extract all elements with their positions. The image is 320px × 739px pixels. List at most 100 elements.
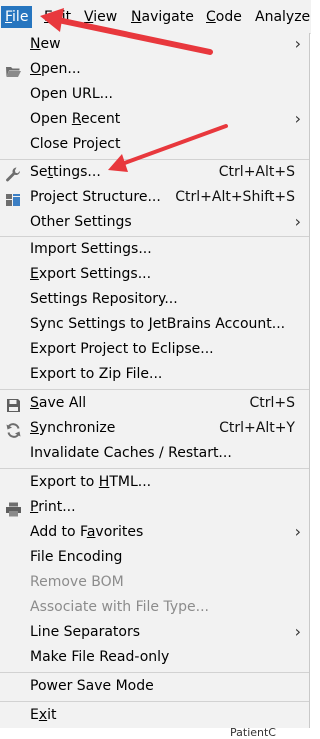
lbl-pre: Import Settings...	[30, 241, 152, 257]
menu-item-export-settings[interactable]: Export Settings...	[0, 263, 309, 288]
menu-item-associate-file-type-label: Associate with File Type...	[30, 599, 209, 615]
submenu-arrow-icon: ›	[294, 212, 301, 231]
editor-background-fragment: PatientC	[0, 726, 311, 739]
menu-item-export-html[interactable]: Export to HTML...	[0, 471, 309, 496]
menu-item-remove-bom: Remove BOM	[0, 571, 309, 596]
lbl-mn: x	[38, 707, 48, 723]
submenu-arrow-icon: ›	[294, 34, 301, 53]
menu-item-close-project[interactable]: Close Project	[0, 133, 309, 158]
menubar-code-mnemonic: C	[206, 9, 216, 25]
menubar-edit[interactable]: Edit	[44, 7, 71, 27]
menubar-file-post: ile	[12, 9, 29, 25]
lbl-post: ynchronize	[38, 420, 116, 436]
lbl-pre: Sync Settings to JetBrains Account...	[30, 316, 286, 332]
menu-item-close-project-label: Close Project	[30, 136, 121, 152]
menubar-navigate[interactable]: Navigate	[131, 7, 194, 27]
menubar-edit-post: dit	[52, 9, 72, 25]
menu-separator	[0, 672, 309, 673]
menu-item-synchronize[interactable]: Synchronize Ctrl+Alt+Y	[0, 417, 309, 442]
menu-item-file-encoding-label: File Encoding	[30, 549, 122, 565]
submenu-arrow-icon: ›	[294, 522, 301, 541]
menu-item-sync-settings[interactable]: Sync Settings to JetBrains Account...	[0, 313, 309, 338]
menu-item-open[interactable]: Open...	[0, 58, 309, 83]
menubar: File Edit View Navigate Code Analyze	[0, 0, 311, 34]
menu-item-new-label: New	[30, 36, 61, 52]
menubar-analyze[interactable]: Analyze	[255, 7, 310, 27]
menu-item-other-settings-label: Other Settings	[30, 214, 132, 230]
menu-item-import-settings[interactable]: Import Settings...	[0, 238, 309, 263]
lbl-pre: Export to	[30, 474, 99, 490]
menu-item-other-settings[interactable]: Other Settings ›	[0, 211, 309, 236]
lbl-pre: Export to Zip File...	[30, 366, 163, 382]
menu-item-open-url[interactable]: Open URL...	[0, 83, 309, 108]
lbl-pre: Open URL...	[30, 86, 113, 102]
menu-item-file-encoding[interactable]: File Encoding	[0, 546, 309, 571]
menu-item-settings-repository-label: Settings Repository...	[30, 291, 178, 307]
menu-item-sync-settings-label: Sync Settings to JetBrains Account...	[30, 316, 285, 332]
printer-icon	[6, 502, 21, 517]
lbl-mn: S	[30, 420, 39, 436]
menu-item-settings-label: Settings...	[30, 164, 101, 180]
menu-item-invalidate-caches-label: Invalidate Caches / Restart...	[30, 445, 232, 461]
menu-item-project-structure-label: Project Structure...	[30, 189, 161, 205]
menu-item-synchronize-label: Synchronize	[30, 420, 115, 436]
menu-item-print[interactable]: Print...	[0, 496, 309, 521]
menu-item-exit-label: Exit	[30, 707, 57, 723]
lbl-pre: Line Separators	[30, 624, 141, 640]
menu-item-export-settings-label: Export Settings...	[30, 266, 151, 282]
menu-item-open-recent-label: Open Recent	[30, 111, 120, 127]
lbl-post: pen...	[41, 61, 81, 77]
menu-separator	[0, 701, 309, 702]
lbl-post: ave All	[38, 395, 87, 411]
lbl-post: ecent	[80, 111, 121, 127]
menu-item-add-to-favorites[interactable]: Add to Favorites ›	[0, 521, 309, 546]
menu-item-open-recent[interactable]: Open Recent ›	[0, 108, 309, 133]
lbl-post: ew	[40, 36, 61, 52]
lbl-pre: E	[30, 707, 39, 723]
menu-item-associate-file-type: Associate with File Type...	[0, 596, 309, 621]
menubar-navigate-post: avigate	[141, 9, 194, 25]
menu-separator	[0, 236, 309, 237]
lbl-mn: H	[98, 474, 110, 490]
menubar-view[interactable]: View	[84, 7, 117, 27]
menu-item-power-save-mode[interactable]: Power Save Mode	[0, 675, 309, 700]
menu-item-settings[interactable]: Settings... Ctrl+Alt+S	[0, 161, 309, 186]
menu-item-power-save-mode-label: Power Save Mode	[30, 678, 154, 694]
submenu-arrow-icon: ›	[294, 109, 301, 128]
menubar-file[interactable]: File	[1, 6, 33, 28]
lbl-mn: O	[30, 61, 42, 77]
submenu-arrow-icon: ›	[294, 622, 301, 641]
lbl-pre: Add to F	[30, 524, 87, 540]
menubar-navigate-mnemonic: N	[131, 9, 142, 25]
lbl-mn: R	[71, 111, 81, 127]
lbl-post: xport Settings...	[38, 266, 152, 282]
lbl-post: TML...	[109, 474, 152, 490]
lbl-post: rint...	[38, 499, 76, 515]
project-structure-icon	[6, 194, 20, 206]
menu-item-make-read-only[interactable]: Make File Read-only	[0, 646, 309, 671]
lbl-pre: Export Project to Eclipse...	[30, 341, 214, 357]
menu-item-new[interactable]: New ›	[0, 33, 309, 58]
menu-separator	[0, 468, 309, 469]
menu-item-project-structure[interactable]: Project Structure... Ctrl+Alt+Shift+S	[0, 186, 309, 211]
menu-item-export-eclipse[interactable]: Export Project to Eclipse...	[0, 338, 309, 363]
menu-item-line-separators[interactable]: Line Separators ›	[0, 621, 309, 646]
menubar-code[interactable]: Code	[206, 7, 242, 27]
menu-item-add-to-favorites-label: Add to Favorites	[30, 524, 143, 540]
menu-item-open-label: Open...	[30, 61, 81, 77]
wrench-icon	[6, 167, 21, 182]
menubar-file-mnemonic: F	[5, 9, 13, 25]
menu-item-invalidate-caches[interactable]: Invalidate Caches / Restart...	[0, 442, 309, 467]
menu-item-export-zip[interactable]: Export to Zip File...	[0, 363, 309, 388]
lbl-pre: Other Settings	[30, 214, 132, 230]
lbl-pre: Invalidate Caches / Restart...	[30, 445, 232, 461]
menu-item-settings-repository[interactable]: Settings Repository...	[0, 288, 309, 313]
lbl-mn: E	[30, 266, 39, 282]
menu-item-save-all[interactable]: Save All Ctrl+S	[0, 392, 309, 417]
menubar-view-mnemonic: V	[84, 9, 94, 25]
lbl-pre: Power Save Mode	[30, 678, 154, 694]
lbl-pre: File Encoding	[30, 549, 123, 565]
menu-item-print-label: Print...	[30, 499, 76, 515]
shortcut-label: Ctrl+Alt+S	[218, 164, 295, 180]
menubar-view-post: iew	[93, 9, 118, 25]
